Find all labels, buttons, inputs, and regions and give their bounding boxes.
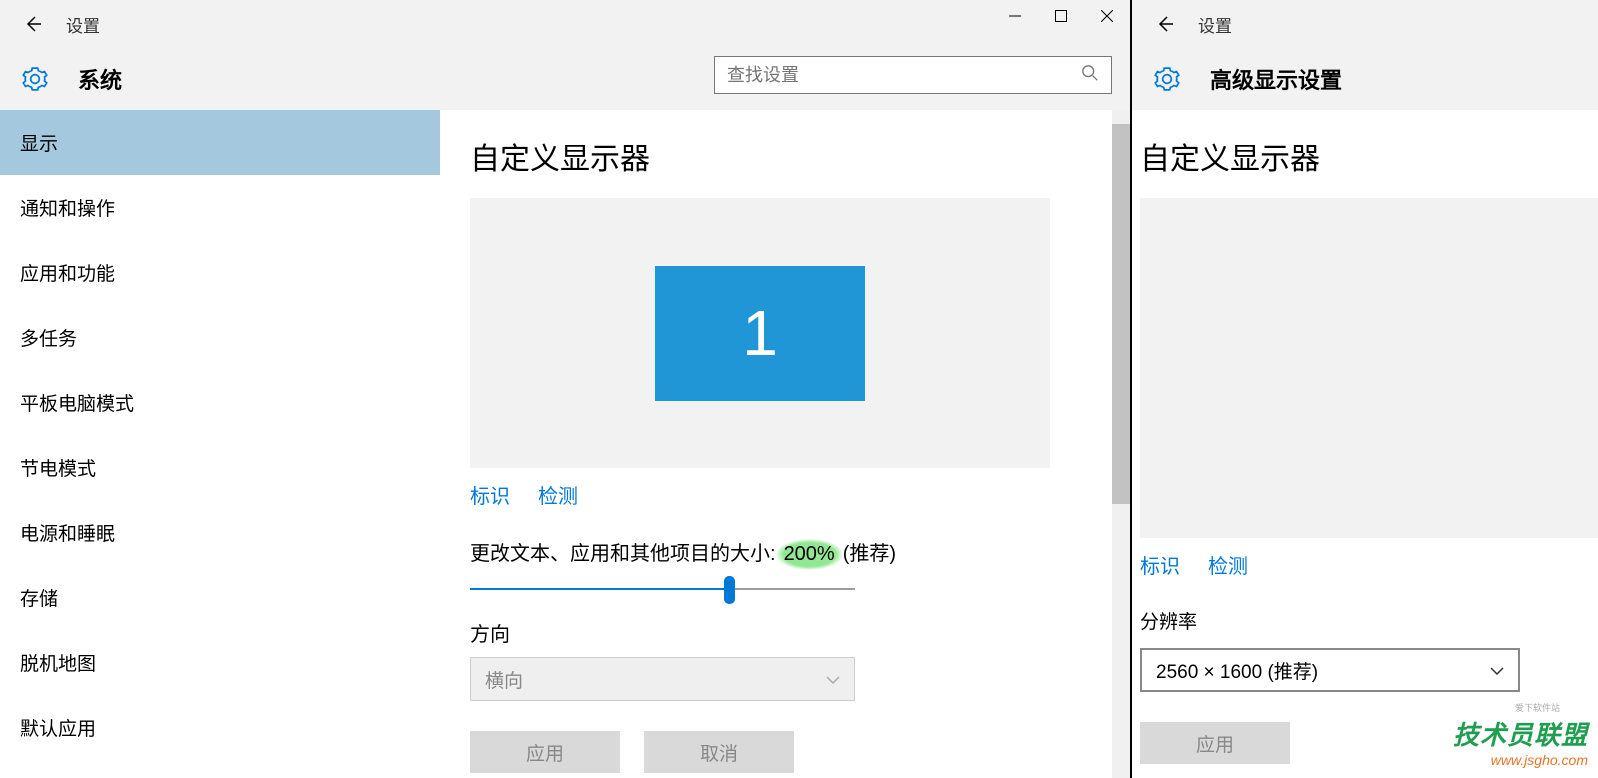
orientation-dropdown[interactable]: 横向	[470, 657, 855, 701]
sidebar-item-tablet[interactable]: 平板电脑模式	[0, 370, 440, 435]
scrollbar[interactable]	[1112, 110, 1130, 778]
cancel-button[interactable]: 取消	[644, 731, 794, 773]
titlebar: 设置	[1132, 0, 1598, 48]
close-button[interactable]	[1084, 0, 1130, 32]
watermark: 爱下软件站 技术员联盟 www.jsgho.com	[1453, 715, 1588, 768]
minimize-button[interactable]	[992, 0, 1038, 32]
slider-thumb[interactable]	[724, 576, 735, 604]
gear-icon	[20, 64, 50, 94]
detect-link[interactable]: 检测	[538, 480, 578, 509]
sidebar-item-storage[interactable]: 存储	[0, 565, 440, 630]
identify-link[interactable]: 标识	[470, 480, 510, 509]
search-icon	[1081, 64, 1099, 87]
search-box[interactable]	[714, 56, 1112, 94]
chevron-down-icon	[1490, 659, 1504, 681]
window-title: 设置	[1198, 12, 1232, 37]
apply-button[interactable]: 应用	[470, 731, 620, 773]
page-title: 高级显示设置	[1210, 63, 1342, 95]
monitor-preview-area[interactable]: 1	[470, 198, 1050, 468]
header: 高级显示设置	[1132, 48, 1598, 110]
detect-link[interactable]: 检测	[1208, 550, 1248, 579]
content-area: 自定义显示器 标识 检测 分辨率 2560 × 1600 (推荐) 应用	[1132, 110, 1598, 778]
resolution-dropdown[interactable]: 2560 × 1600 (推荐)	[1140, 648, 1520, 692]
chevron-down-icon	[826, 668, 840, 690]
content-heading: 自定义显示器	[470, 134, 1100, 178]
back-button[interactable]	[1146, 5, 1184, 43]
sidebar-item-notifications[interactable]: 通知和操作	[0, 175, 440, 240]
header: 系统	[0, 48, 1130, 110]
settings-window-main: 设置 系统 显示 通知和操作 应用和功能	[0, 0, 1132, 778]
sidebar-item-apps[interactable]: 应用和功能	[0, 240, 440, 305]
identify-link[interactable]: 标识	[1140, 550, 1180, 579]
content-area: 自定义显示器 1 标识 检测 更改文本、应用和其他项目的大小: 200% (推荐…	[440, 110, 1130, 778]
titlebar: 设置	[0, 0, 1130, 48]
sidebar: 显示 通知和操作 应用和功能 多任务 平板电脑模式 节电模式 电源和睡眠 存储 …	[0, 110, 440, 778]
content-heading: 自定义显示器	[1140, 134, 1568, 178]
window-title: 设置	[66, 12, 100, 37]
search-input[interactable]	[727, 65, 1081, 86]
monitor-preview-area[interactable]	[1140, 198, 1598, 538]
sidebar-item-display[interactable]: 显示	[0, 110, 440, 175]
scale-label: 更改文本、应用和其他项目的大小: 200% (推荐)	[470, 537, 1100, 570]
apply-button[interactable]: 应用	[1140, 722, 1290, 764]
sidebar-item-defaultapps[interactable]: 默认应用	[0, 695, 440, 760]
gear-icon	[1152, 64, 1182, 94]
sidebar-item-power[interactable]: 电源和睡眠	[0, 500, 440, 565]
resolution-label: 分辨率	[1140, 607, 1568, 634]
scrollbar-thumb[interactable]	[1112, 124, 1130, 504]
page-title: 系统	[78, 63, 122, 95]
monitor-1[interactable]: 1	[655, 266, 865, 401]
watermark-url: www.jsgho.com	[1453, 752, 1588, 768]
scale-slider[interactable]	[470, 588, 855, 590]
sidebar-item-battery[interactable]: 节电模式	[0, 435, 440, 500]
sidebar-item-maps[interactable]: 脱机地图	[0, 630, 440, 695]
maximize-button[interactable]	[1038, 0, 1084, 32]
back-button[interactable]	[14, 5, 52, 43]
scale-value-highlight: 200%	[776, 539, 843, 570]
settings-window-advanced: 设置 高级显示设置 自定义显示器 标识 检测 分辨率 2560 × 1600 (…	[1132, 0, 1598, 778]
orientation-label: 方向	[470, 618, 1100, 647]
sidebar-item-multitask[interactable]: 多任务	[0, 305, 440, 370]
watermark-title: 技术员联盟	[1453, 715, 1588, 752]
